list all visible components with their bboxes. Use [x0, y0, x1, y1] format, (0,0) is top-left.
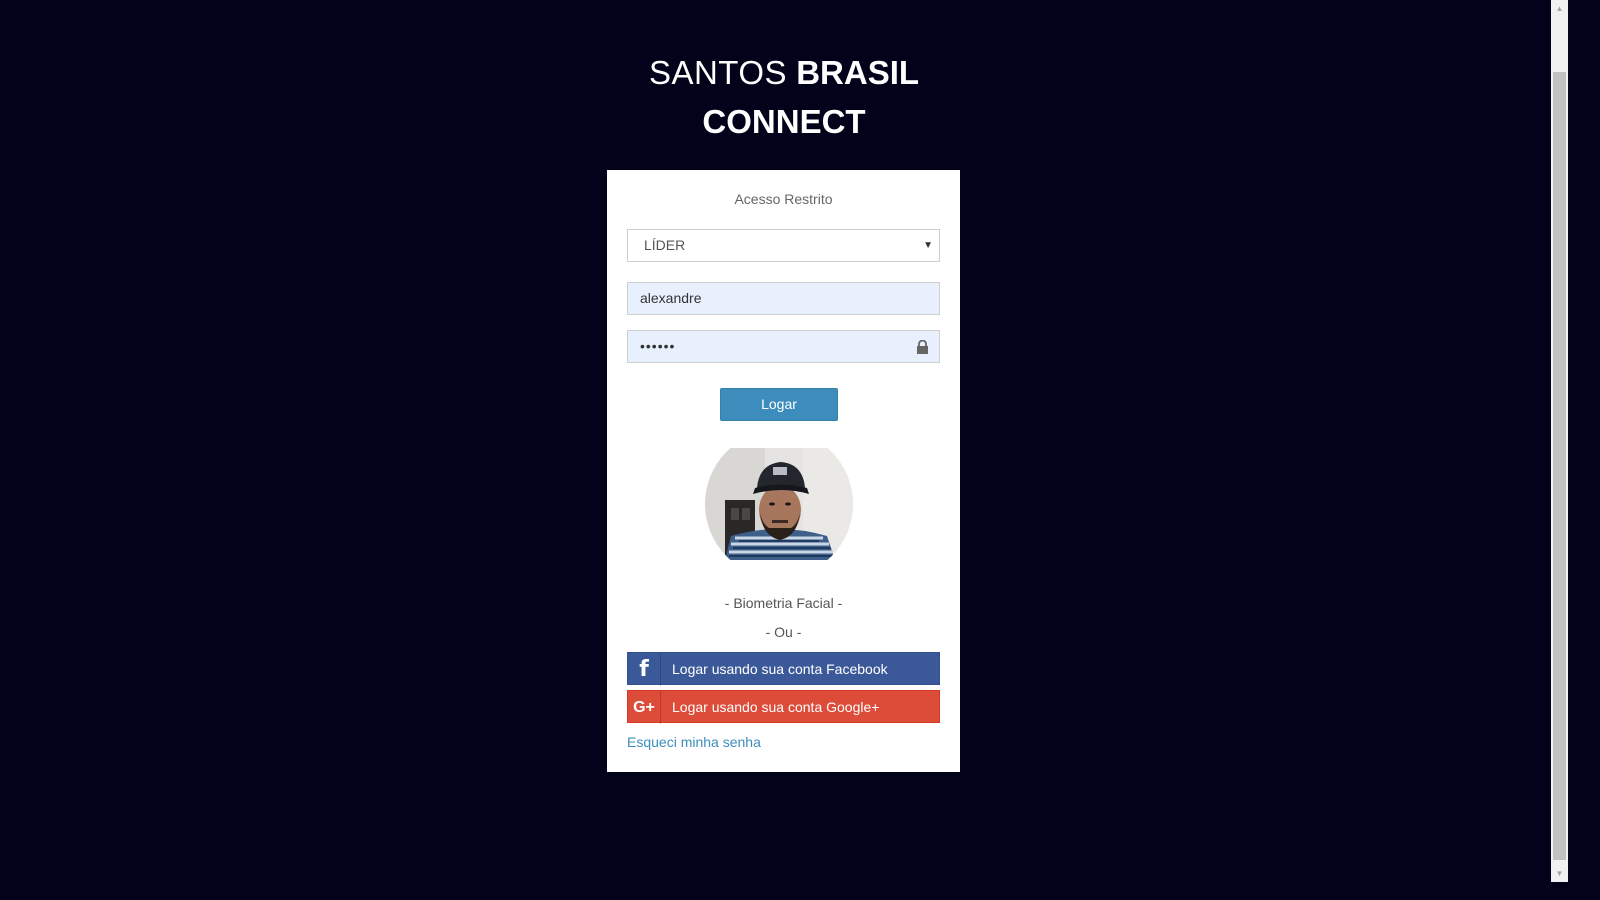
brand-word-connect: CONNECT — [702, 103, 866, 140]
facebook-login-label: Logar usando sua conta Facebook — [672, 661, 888, 677]
profile-select[interactable]: LÍDER ▼ — [627, 229, 940, 262]
password-input[interactable]: •••••• — [627, 330, 940, 363]
google-login-label: Logar usando sua conta Google+ — [672, 699, 880, 715]
lock-icon — [917, 340, 928, 354]
login-box-message: Acesso Restrito — [734, 191, 833, 207]
scrollbar-thumb[interactable] — [1553, 72, 1566, 860]
password-value: •••••• — [640, 338, 676, 354]
scroll-up-arrow-icon[interactable]: ▲ — [1551, 0, 1568, 17]
brand-word-santos: SANTOS — [648, 54, 788, 91]
google-login-button[interactable]: G+ Logar usando sua conta Google+ — [627, 690, 940, 724]
login-box: Acesso Restrito LÍDER ▼ alexandre ••••••… — [607, 170, 960, 772]
login-button[interactable]: Logar — [720, 388, 838, 421]
chevron-down-icon: ▼ — [923, 240, 933, 251]
facebook-login-button[interactable]: f Logar usando sua conta Facebook — [627, 652, 940, 686]
bottom-strip — [0, 882, 1600, 900]
brand-word-brasil: BRASIL — [796, 54, 920, 91]
google-plus-icon: G+ — [628, 691, 661, 724]
brand-logo: SANTOS BRASIL CONNECT — [0, 48, 1568, 146]
vertical-scrollbar[interactable]: ▲ ▼ — [1551, 0, 1568, 882]
or-divider: - Ou - — [765, 624, 802, 640]
profile-select-value: LÍDER — [644, 237, 686, 253]
camera-feed-image — [705, 448, 853, 560]
facebook-icon: f — [628, 653, 661, 686]
facial-biometry-camera[interactable] — [705, 448, 853, 560]
scroll-down-arrow-icon[interactable]: ▼ — [1551, 865, 1568, 882]
username-input[interactable]: alexandre — [627, 282, 940, 315]
forgot-password-link[interactable]: Esqueci minha senha — [627, 734, 761, 750]
biometric-label: - Biometria Facial - — [724, 595, 843, 611]
login-page: SANTOS BRASIL CONNECT Acesso Restrito LÍ… — [0, 0, 1568, 882]
